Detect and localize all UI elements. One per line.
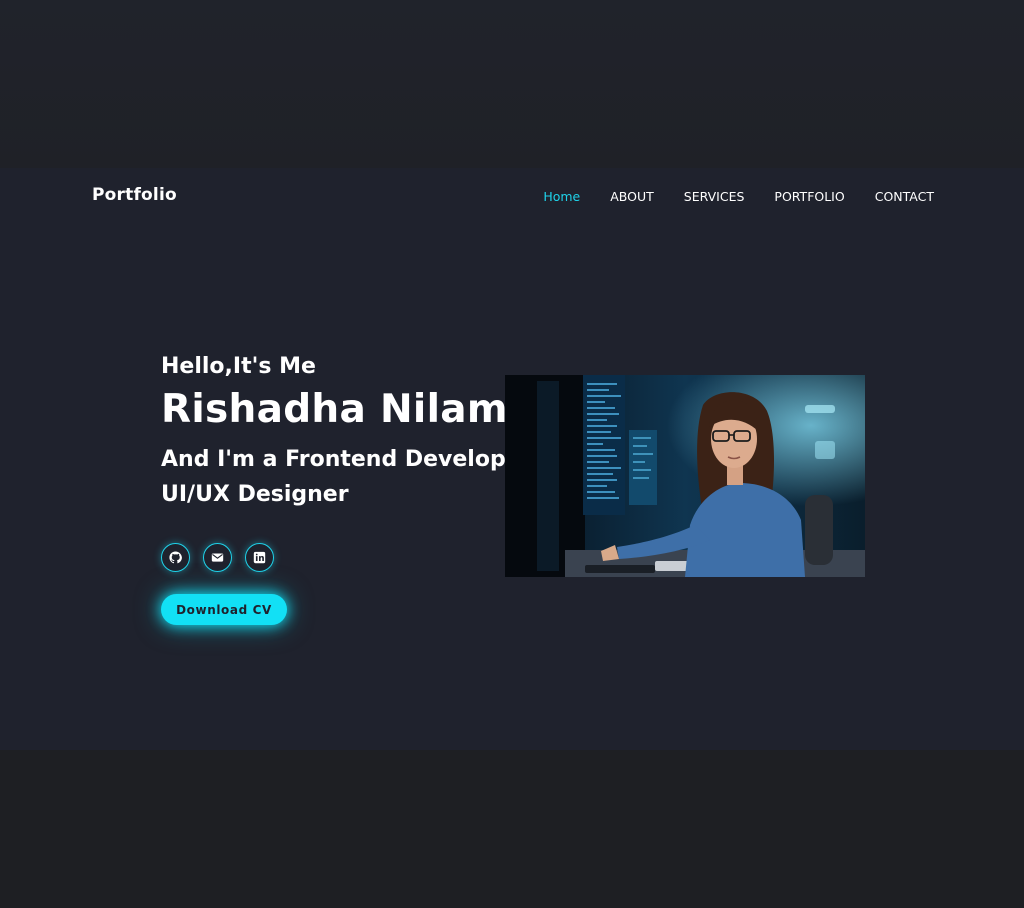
github-link[interactable] bbox=[161, 543, 190, 572]
download-cv-button[interactable]: Download CV bbox=[161, 594, 287, 625]
intro-text: Hello,It's Me Rishadha Nilam And I'm a F… bbox=[161, 354, 531, 512]
bottom-backdrop bbox=[0, 750, 1024, 908]
greeting: Hello,It's Me bbox=[161, 354, 316, 379]
nav-portfolio[interactable]: PORTFOLIO bbox=[774, 189, 844, 204]
role-line-1: And I'm a Frontend Developer bbox=[161, 447, 532, 472]
nav-services[interactable]: SERVICES bbox=[684, 189, 745, 204]
role-line-2: UI/UX Designer bbox=[161, 482, 349, 507]
email-link[interactable] bbox=[203, 543, 232, 572]
developer-photo-illustration bbox=[505, 375, 865, 577]
mail-icon bbox=[211, 553, 224, 562]
github-icon bbox=[169, 551, 182, 564]
nav-about[interactable]: ABOUT bbox=[610, 189, 654, 204]
hero-name: Rishadha Nilam bbox=[161, 387, 508, 432]
nav-contact[interactable]: CONTACT bbox=[875, 189, 934, 204]
top-backdrop bbox=[0, 0, 1024, 168]
nav-home[interactable]: Home bbox=[543, 189, 580, 204]
site-logo[interactable]: Portfolio bbox=[92, 185, 177, 205]
linkedin-icon bbox=[253, 551, 266, 564]
hero-photo bbox=[505, 375, 865, 577]
social-links bbox=[161, 543, 274, 572]
hero-section: Portfolio Home ABOUT SERVICES PORTFOLIO … bbox=[0, 168, 1024, 750]
main-nav: Home ABOUT SERVICES PORTFOLIO CONTACT bbox=[543, 189, 934, 204]
linkedin-link[interactable] bbox=[245, 543, 274, 572]
